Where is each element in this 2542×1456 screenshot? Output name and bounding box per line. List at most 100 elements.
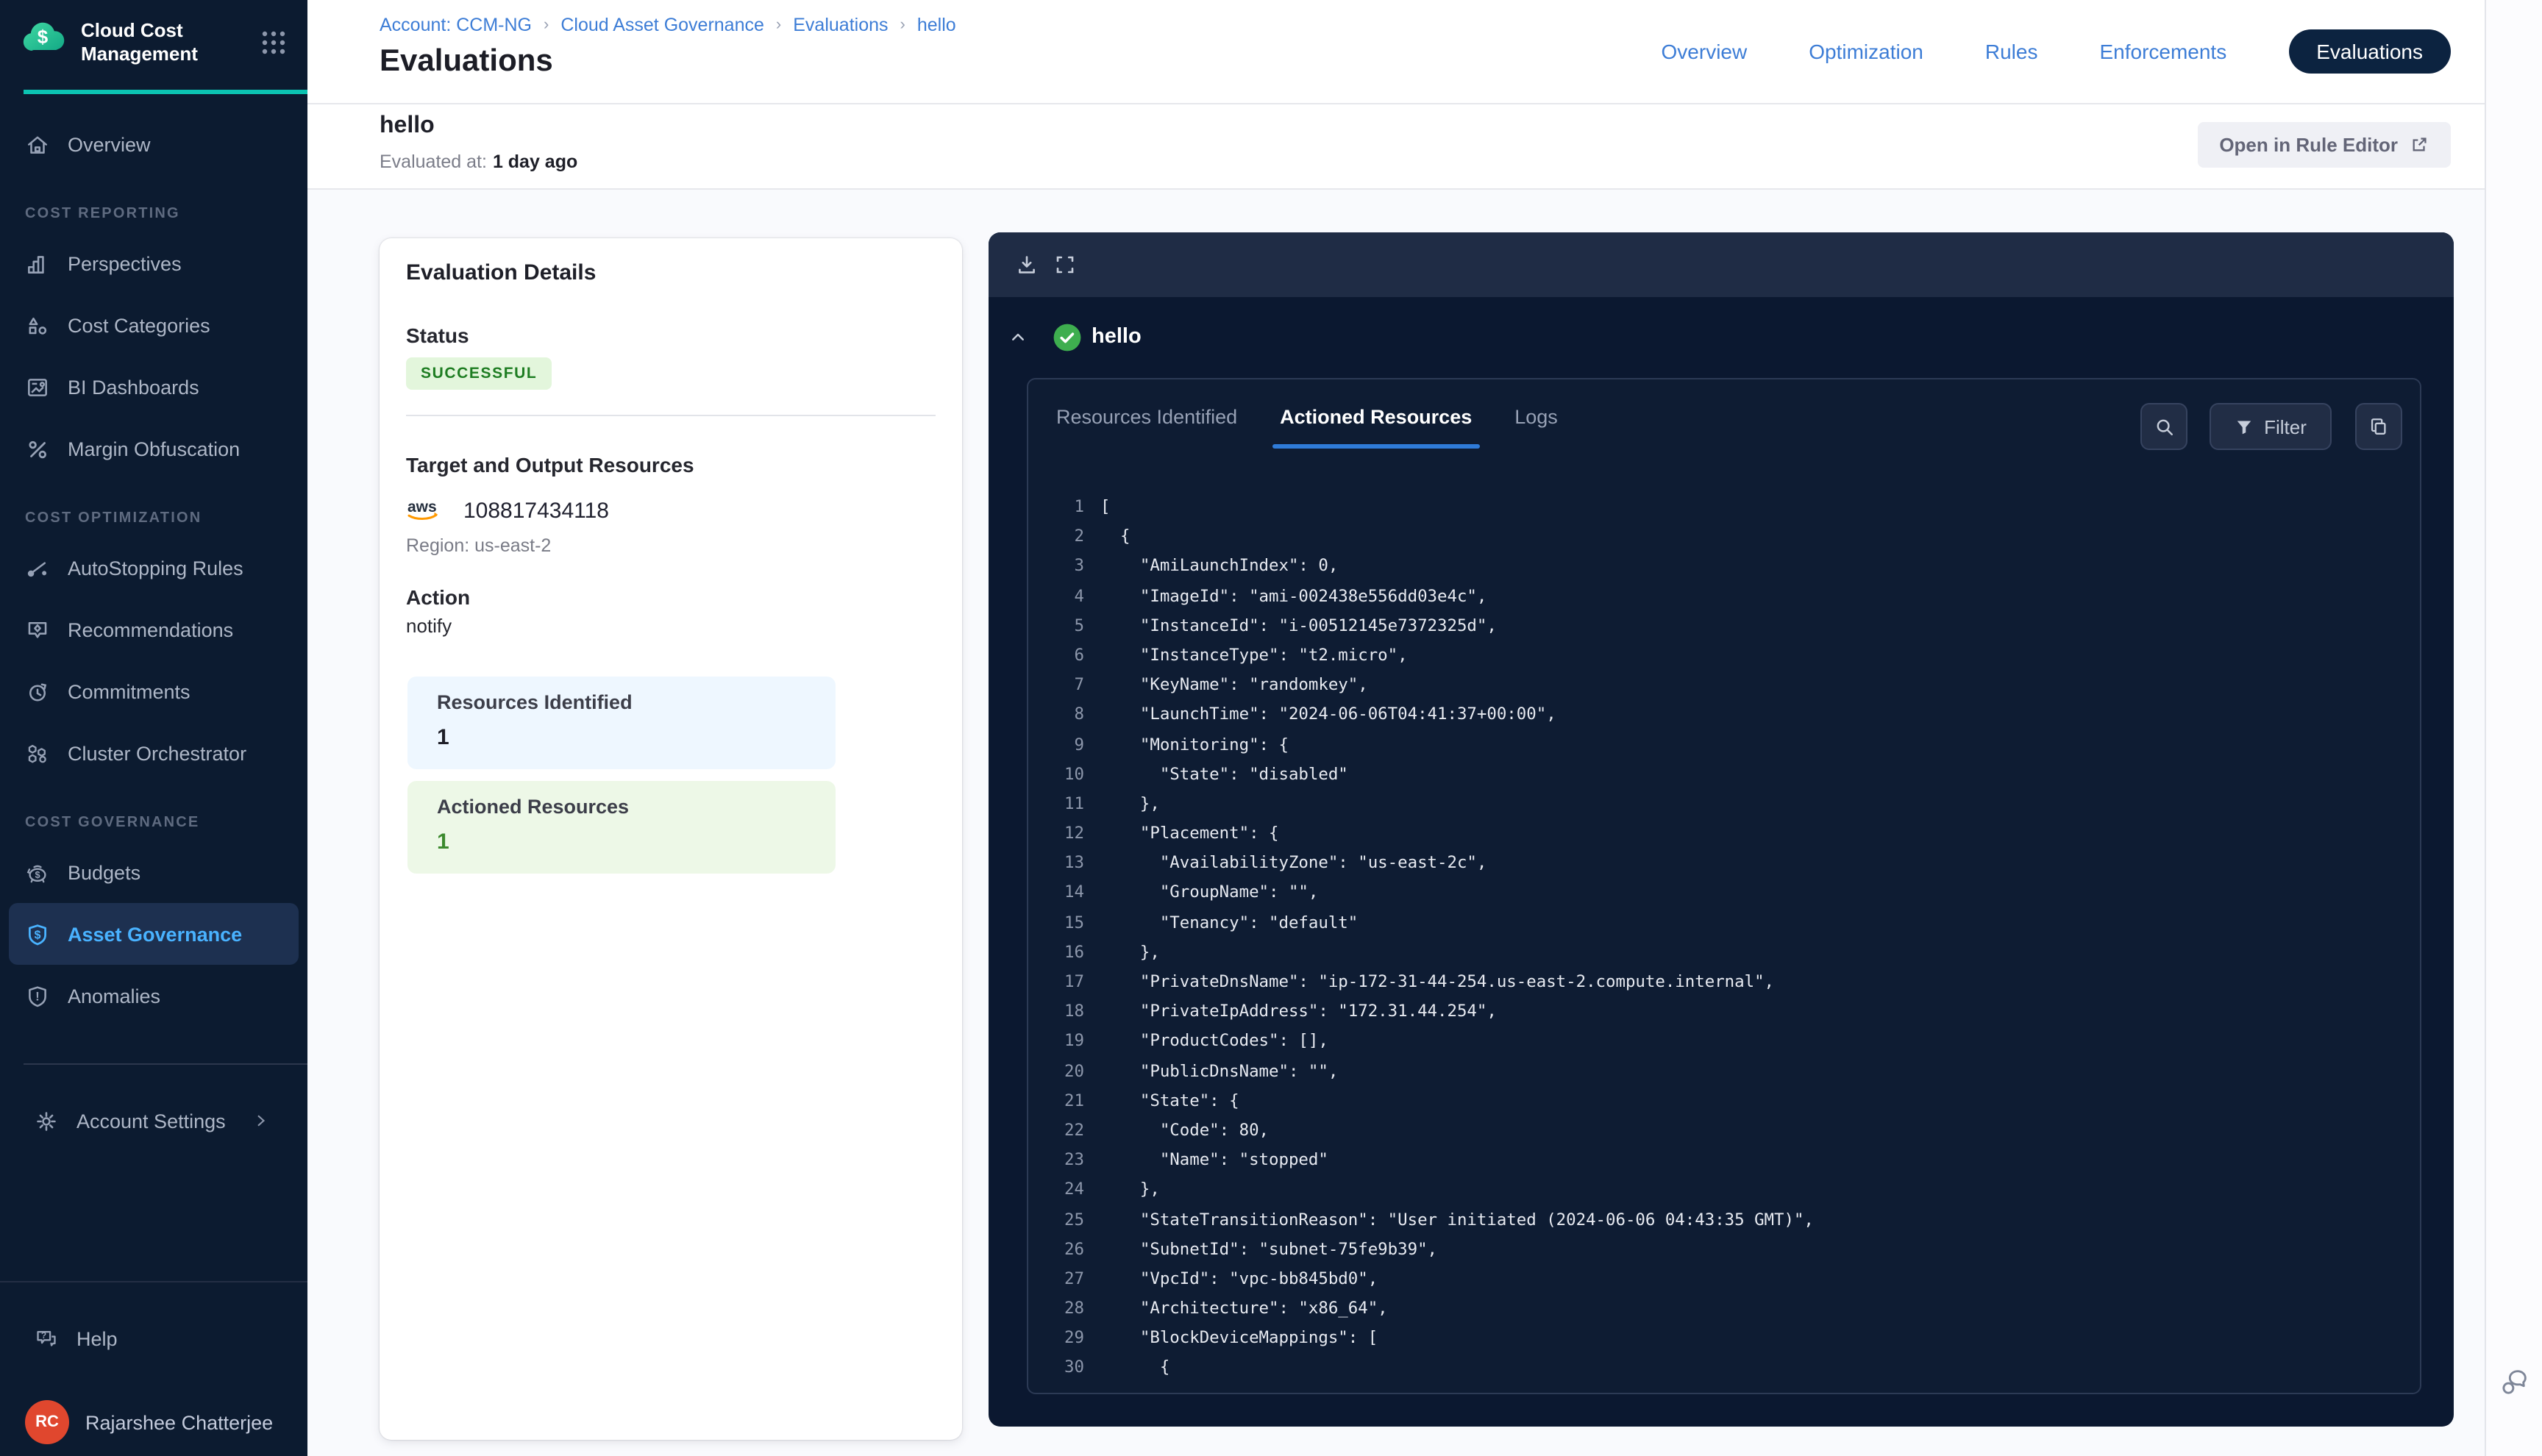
cloud-account-row: aws 108817434118 bbox=[406, 497, 609, 525]
sidebar-item[interactable]: Cost Categories bbox=[9, 294, 299, 356]
copy-button[interactable] bbox=[2355, 403, 2402, 450]
line-content: }, bbox=[1084, 794, 1160, 813]
sidebar-item[interactable]: ! Anomalies bbox=[9, 965, 299, 1027]
viewer-tab[interactable]: Actioned Resources bbox=[1277, 406, 1475, 449]
search-button[interactable] bbox=[2140, 403, 2187, 450]
sidebar-item[interactable]: BI Dashboards bbox=[9, 356, 299, 418]
code-line: 21 "State": { bbox=[1028, 1087, 2420, 1116]
sidebar-divider bbox=[24, 1063, 307, 1065]
code-line: 11 }, bbox=[1028, 790, 2420, 819]
nav-tab-evaluations-active[interactable]: Evaluations bbox=[2288, 29, 2451, 74]
sidebar-section-label: COST OPTIMIZATION bbox=[0, 499, 307, 537]
line-number: 8 bbox=[1028, 701, 1084, 730]
sidebar-item[interactable]: Margin Obfuscation bbox=[9, 418, 299, 479]
code-line: 6 "InstanceType": "t2.micro", bbox=[1028, 641, 2420, 671]
line-number: 24 bbox=[1028, 1176, 1084, 1205]
breadcrumb-link[interactable]: hello bbox=[917, 15, 956, 35]
breadcrumb-link[interactable]: Evaluations bbox=[793, 15, 888, 35]
open-in-rule-editor-button[interactable]: Open in Rule Editor bbox=[2197, 122, 2451, 168]
sidebar-item-icon bbox=[25, 741, 50, 766]
sidebar-item-icon bbox=[25, 374, 50, 399]
nav-link[interactable]: Enforcements bbox=[2099, 40, 2226, 63]
line-number: 7 bbox=[1028, 671, 1084, 700]
breadcrumb-link[interactable]: Cloud Asset Governance bbox=[560, 15, 764, 35]
external-link-icon bbox=[2410, 135, 2429, 154]
right-gutter bbox=[2485, 0, 2542, 1456]
sidebar-item[interactable]: Overview bbox=[9, 113, 299, 175]
viewer-tab[interactable]: Resources Identified bbox=[1053, 406, 1240, 449]
sidebar-item-account-settings[interactable]: Account Settings bbox=[18, 1090, 290, 1152]
sidebar-item[interactable]: $ Asset Governance bbox=[9, 903, 299, 965]
line-content: "Placement": { bbox=[1084, 824, 1279, 843]
sidebar-item[interactable]: Perspectives bbox=[9, 232, 299, 294]
line-number: 12 bbox=[1028, 819, 1084, 849]
chevron-right-icon bbox=[252, 1112, 269, 1130]
sidebar-item-label: Overview bbox=[68, 133, 151, 155]
line-content: "KeyName": "randomkey", bbox=[1084, 675, 1368, 694]
code-line: 9 "Monitoring": { bbox=[1028, 730, 2420, 760]
page: $ Cloud Cost Management Overview COST RE… bbox=[0, 0, 2542, 1456]
sidebar-item-label: Budgets bbox=[68, 861, 140, 883]
line-content: "State": { bbox=[1084, 1091, 1239, 1110]
sidebar-item-help[interactable]: ? Help bbox=[18, 1307, 290, 1369]
line-number: 21 bbox=[1028, 1087, 1084, 1116]
evaluation-output-panel: hello Resources Identified Actioned Reso… bbox=[989, 232, 2454, 1427]
gear-icon bbox=[34, 1108, 59, 1133]
line-number: 3 bbox=[1028, 552, 1084, 582]
sidebar-item[interactable]: $ Budgets bbox=[9, 841, 299, 903]
json-code-viewer: 1[ 2 { 3 "AmiLaunchIndex": 0, 4 "ImageId… bbox=[1028, 493, 2420, 1383]
card-divider bbox=[406, 415, 936, 416]
nav-link[interactable]: Overview bbox=[1662, 40, 1748, 63]
sidebar-item-icon bbox=[25, 617, 50, 642]
sidebar-item[interactable]: AutoStopping Rules bbox=[9, 537, 299, 599]
copy-icon bbox=[2368, 416, 2389, 437]
viewer-tab[interactable]: Logs bbox=[1512, 406, 1561, 449]
line-content: "LaunchTime": "2024-06-06T04:41:37+00:00… bbox=[1084, 705, 1556, 724]
breadcrumb-link[interactable]: Account: CCM-NG bbox=[380, 15, 532, 35]
line-number: 23 bbox=[1028, 1146, 1084, 1175]
sidebar-item-label: Account Settings bbox=[76, 1110, 226, 1132]
line-content: "Code": 80, bbox=[1084, 1121, 1269, 1140]
collapse-caret-icon[interactable] bbox=[1009, 328, 1027, 346]
download-icon[interactable] bbox=[1015, 253, 1039, 276]
line-number: 15 bbox=[1028, 908, 1084, 938]
feedback-icon[interactable] bbox=[2498, 1365, 2532, 1399]
evaluated-at: Evaluated at:1 day ago bbox=[380, 151, 577, 172]
app-launcher-icon[interactable] bbox=[260, 29, 287, 56]
sidebar-item[interactable]: Cluster Orchestrator bbox=[9, 722, 299, 784]
svg-text:?: ? bbox=[41, 1330, 46, 1340]
code-line: 27 "VpcId": "vpc-bb845bd0", bbox=[1028, 1265, 2420, 1294]
line-content: "VpcId": "vpc-bb845bd0", bbox=[1084, 1269, 1378, 1288]
user-name: Rajarshee Chatterjee bbox=[85, 1411, 273, 1433]
nav-link[interactable]: Rules bbox=[1985, 40, 2038, 63]
user-menu[interactable]: RC Rajarshee Chatterjee bbox=[9, 1388, 299, 1456]
line-number: 4 bbox=[1028, 582, 1084, 611]
breadcrumb: Account: CCM-NG› Cloud Asset Governance›… bbox=[380, 15, 956, 35]
sidebar-item-icon: $ bbox=[25, 921, 50, 946]
nav-link[interactable]: Optimization bbox=[1809, 40, 1923, 63]
sidebar-item-label: Margin Obfuscation bbox=[68, 438, 240, 460]
line-content: [ bbox=[1084, 497, 1111, 516]
line-content: "BlockDeviceMappings": [ bbox=[1084, 1329, 1378, 1348]
evaluation-result-row[interactable]: hello bbox=[989, 297, 2454, 378]
code-line: 5 "InstanceId": "i-00512145e7372325d", bbox=[1028, 612, 2420, 641]
line-content: "Monitoring": { bbox=[1084, 735, 1289, 754]
sidebar-item[interactable]: Recommendations bbox=[9, 599, 299, 660]
line-number: 17 bbox=[1028, 968, 1084, 997]
sidebar-item-icon: ! bbox=[25, 983, 50, 1008]
filter-button[interactable]: Filter bbox=[2210, 403, 2332, 450]
line-content: "StateTransitionReason": "User initiated… bbox=[1084, 1210, 1814, 1229]
help-icon: ? bbox=[34, 1326, 59, 1351]
line-number: 27 bbox=[1028, 1265, 1084, 1294]
code-line: 16 }, bbox=[1028, 938, 2420, 968]
sidebar-item[interactable]: Commitments bbox=[9, 660, 299, 722]
line-content: "PrivateDnsName": "ip-172-31-44-254.us-e… bbox=[1084, 972, 1774, 991]
main-area: Account: CCM-NG› Cloud Asset Governance›… bbox=[307, 0, 2485, 1456]
target-resources-label: Target and Output Resources bbox=[406, 453, 694, 477]
action-label: Action bbox=[406, 585, 470, 609]
fullscreen-icon[interactable] bbox=[1053, 253, 1077, 276]
code-line: 24 }, bbox=[1028, 1176, 2420, 1205]
line-number: 2 bbox=[1028, 522, 1084, 552]
actioned-resources-value: 1 bbox=[437, 829, 449, 854]
line-number: 16 bbox=[1028, 938, 1084, 968]
